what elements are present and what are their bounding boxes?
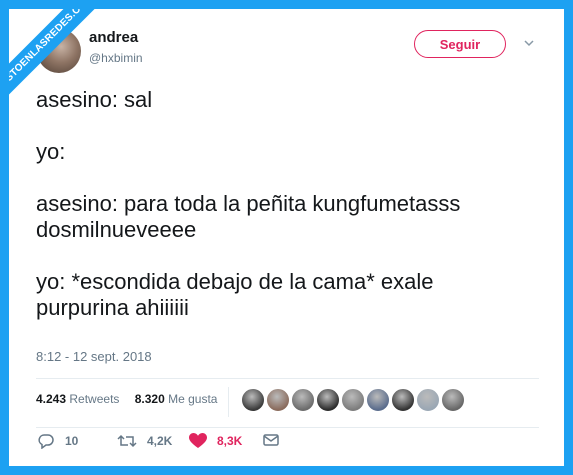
tweet-card: VISTOENLASREDES.COM andrea @hxbimin Segu…	[9, 9, 564, 466]
envelope-icon	[263, 434, 279, 446]
tweet-line: yo: *escondida debajo de la cama* exale	[36, 269, 434, 294]
liker-avatar[interactable]	[366, 388, 390, 412]
tweet-timestamp[interactable]: 8:12 - 12 sept. 2018	[36, 349, 152, 364]
liker-avatar[interactable]	[391, 388, 415, 412]
tweet-line: asesino: para toda la peñita kungfumetas…	[36, 191, 461, 216]
like-button[interactable]: 8,3K	[189, 433, 242, 449]
tweet-line: purpurina ahiiiiii	[36, 295, 189, 320]
retweets-stat[interactable]: 4.243 Retweets	[36, 392, 125, 406]
follow-button[interactable]: Seguir	[414, 30, 506, 58]
tweet-text: asesino: sal yo: asesino: para toda la p…	[36, 87, 546, 321]
divider	[36, 378, 539, 379]
reply-icon	[38, 434, 54, 449]
likes-count: 8.320	[134, 392, 165, 406]
liker-avatar[interactable]	[241, 388, 265, 412]
chevron-down-icon[interactable]	[522, 36, 536, 50]
heart-icon	[189, 433, 207, 448]
retweet-count: 4,2K	[147, 434, 173, 448]
tweet-line: yo:	[36, 139, 66, 164]
tweet-actions: 10 4,2K 8,3K	[37, 433, 337, 455]
liker-avatar[interactable]	[291, 388, 315, 412]
watermark-ribbon: VISTOENLASREDES.COM	[9, 9, 119, 119]
likes-label: Me gusta	[168, 392, 218, 406]
tweet-line: dosmilnueveeee	[36, 217, 197, 242]
liker-avatar[interactable]	[441, 388, 465, 412]
retweet-icon	[117, 434, 137, 448]
watermark-text: VISTOENLASREDES.COM	[9, 9, 107, 103]
like-count: 8,3K	[217, 434, 243, 448]
message-button[interactable]	[263, 433, 279, 447]
liker-avatar[interactable]	[341, 388, 365, 412]
liker-avatar[interactable]	[266, 388, 290, 412]
stats-divider	[228, 387, 229, 417]
likes-stat[interactable]: 8.320 Me gusta	[135, 392, 224, 406]
liker-avatar[interactable]	[316, 388, 340, 412]
liker-avatar[interactable]	[416, 388, 440, 412]
reply-button[interactable]: 10	[37, 433, 78, 449]
divider	[36, 427, 539, 428]
tweet-stats: 4.243 Retweets 8.320 Me gusta	[36, 392, 229, 406]
retweets-label: Retweets	[69, 392, 120, 406]
retweets-count: 4.243	[36, 392, 67, 406]
retweet-button[interactable]: 4,2K	[117, 433, 172, 449]
reply-count: 10	[65, 434, 79, 448]
